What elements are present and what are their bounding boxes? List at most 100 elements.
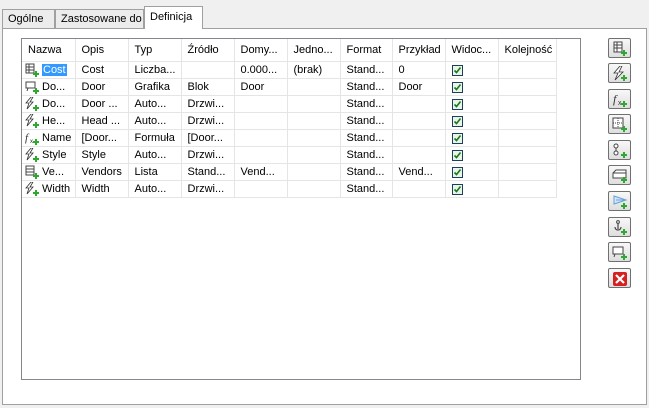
cell-type[interactable]: Grafika: [128, 78, 182, 96]
column-header-order[interactable]: Kolejność: [498, 39, 557, 62]
cell-unit[interactable]: [287, 146, 341, 164]
cell-example[interactable]: [392, 129, 446, 147]
cell-example[interactable]: [392, 180, 446, 198]
cell-order[interactable]: [498, 61, 557, 79]
tab-applies-to[interactable]: Zastosowane do: [55, 9, 144, 28]
cell-order[interactable]: [498, 78, 557, 96]
add-automatic-property-button[interactable]: [608, 63, 631, 83]
cell-order[interactable]: [498, 95, 557, 113]
table-row[interactable]: Cost Cost Liczba... 0.000... (brak) Stand... 0: [22, 61, 557, 79]
cell-source[interactable]: Blok: [181, 78, 235, 96]
cell-type[interactable]: Auto...: [128, 180, 182, 198]
column-header-example[interactable]: Przykład: [392, 39, 446, 62]
cell-type[interactable]: Auto...: [128, 146, 182, 164]
cell-name[interactable]: Style: [22, 146, 76, 164]
cell-unit[interactable]: [287, 78, 341, 96]
cell-example[interactable]: Vend...: [392, 163, 446, 181]
cell-description[interactable]: Vendors: [75, 163, 129, 181]
table-row[interactable]: Do... Door Grafika Blok Door Stand... Door: [22, 78, 557, 96]
cell-default[interactable]: 0.000...: [234, 61, 288, 79]
cell-default[interactable]: Door: [234, 78, 288, 96]
cell-unit[interactable]: [287, 163, 341, 181]
cell-unit[interactable]: [287, 129, 341, 147]
add-location-property-button[interactable]: [608, 114, 631, 134]
property-definitions-grid[interactable]: Nazwa Opis Typ Źródło Domy... Jedno... F…: [21, 38, 581, 380]
column-header-visible[interactable]: Widoc...: [445, 39, 499, 62]
cell-unit[interactable]: [287, 180, 341, 198]
visible-checkbox[interactable]: [451, 166, 463, 178]
cell-description[interactable]: [Door...: [75, 129, 129, 147]
tab-definition[interactable]: Definicja: [144, 6, 203, 29]
cell-source[interactable]: Stand...: [181, 163, 235, 181]
cell-example[interactable]: [392, 112, 446, 130]
cell-format[interactable]: Stand...: [340, 61, 393, 79]
add-manual-property-button[interactable]: [608, 38, 631, 58]
cell-description[interactable]: Head ...: [75, 112, 129, 130]
table-row[interactable]: Ve... Vendors Lista Stand... Vend... Stand...…: [22, 163, 557, 181]
cell-default[interactable]: [234, 112, 288, 130]
column-header-format[interactable]: Format: [340, 39, 393, 62]
visible-checkbox[interactable]: [451, 81, 463, 93]
cell-unit[interactable]: [287, 95, 341, 113]
table-row[interactable]: He... Head ... Auto... Drzwi... Stand...: [22, 112, 557, 130]
cell-order[interactable]: [498, 180, 557, 198]
cell-example[interactable]: [392, 95, 446, 113]
cell-unit[interactable]: (brak): [287, 61, 341, 79]
column-header-default[interactable]: Domy...: [234, 39, 288, 62]
cell-description[interactable]: Cost: [75, 61, 129, 79]
cell-format[interactable]: Stand...: [340, 112, 393, 130]
cell-name[interactable]: Width: [22, 180, 76, 198]
add-property-set-button[interactable]: [608, 191, 631, 211]
cell-default[interactable]: [234, 95, 288, 113]
cell-name[interactable]: Ve...: [22, 163, 76, 181]
cell-default[interactable]: [234, 129, 288, 147]
delete-button[interactable]: [608, 268, 631, 288]
add-classification-property-button[interactable]: [608, 140, 631, 160]
visible-checkbox[interactable]: [451, 183, 463, 195]
cell-format[interactable]: Stand...: [340, 95, 393, 113]
cell-default[interactable]: Vend...: [234, 163, 288, 181]
cell-description[interactable]: Width: [75, 180, 129, 198]
cell-type[interactable]: Lista: [128, 163, 182, 181]
column-header-description[interactable]: Opis: [75, 39, 129, 62]
cell-example[interactable]: [392, 146, 446, 164]
cell-example[interactable]: Door: [392, 78, 446, 96]
column-header-type[interactable]: Typ: [128, 39, 182, 62]
cell-format[interactable]: Stand...: [340, 78, 393, 96]
column-header-source[interactable]: Źródło: [181, 39, 235, 62]
visible-checkbox[interactable]: [451, 115, 463, 127]
cell-source[interactable]: [Door...: [181, 129, 235, 147]
table-row[interactable]: Do... Door ... Auto... Drzwi... Stand...: [22, 95, 557, 113]
cell-unit[interactable]: [287, 112, 341, 130]
cell-type[interactable]: Auto...: [128, 95, 182, 113]
column-header-unit[interactable]: Jedno...: [287, 39, 341, 62]
cell-source[interactable]: Drzwi...: [181, 112, 235, 130]
table-row[interactable]: f x Name [Door... Formuła [Door... Stand...: [22, 129, 557, 147]
cell-source[interactable]: Drzwi...: [181, 146, 235, 164]
add-graphic-property-button[interactable]: [608, 242, 631, 262]
cell-source[interactable]: Drzwi...: [181, 180, 235, 198]
visible-checkbox[interactable]: [451, 149, 463, 161]
cell-name[interactable]: f x Name: [22, 129, 76, 147]
cell-type[interactable]: Auto...: [128, 112, 182, 130]
cell-type[interactable]: Formuła: [128, 129, 182, 147]
table-row[interactable]: Style Style Auto... Drzwi... Stand...: [22, 146, 557, 164]
cell-source[interactable]: [181, 61, 235, 79]
cell-description[interactable]: Door: [75, 78, 129, 96]
visible-checkbox[interactable]: [451, 132, 463, 144]
column-header-name[interactable]: Nazwa: [22, 39, 76, 62]
add-formula-property-button[interactable]: fx: [608, 89, 631, 109]
cell-name[interactable]: Do...: [22, 78, 76, 96]
cell-name[interactable]: Cost: [22, 61, 76, 79]
cell-default[interactable]: [234, 146, 288, 164]
cell-source[interactable]: Drzwi...: [181, 95, 235, 113]
cell-format[interactable]: Stand...: [340, 129, 393, 147]
visible-checkbox[interactable]: [451, 98, 463, 110]
cell-format[interactable]: Stand...: [340, 163, 393, 181]
table-row[interactable]: Width Width Auto... Drzwi... Stand...: [22, 180, 557, 198]
cell-format[interactable]: Stand...: [340, 146, 393, 164]
visible-checkbox[interactable]: [451, 64, 463, 76]
cell-example[interactable]: 0: [392, 61, 446, 79]
cell-order[interactable]: [498, 112, 557, 130]
cell-order[interactable]: [498, 146, 557, 164]
